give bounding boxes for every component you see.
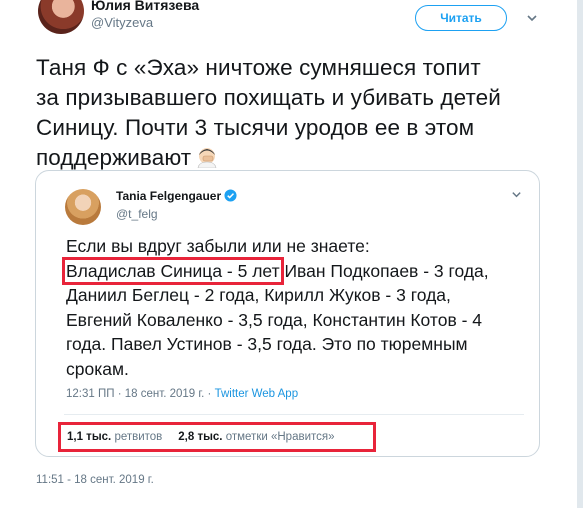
- quoted-text-line: Владислав Синица - 5 лет Иван Подкопаев …: [62, 256, 489, 285]
- chevron-down-icon[interactable]: [511, 189, 522, 200]
- tweet-text: Таня Ф с «Эха» ничтоже сумняшеся топит з…: [36, 53, 556, 173]
- facepalm-emoji-icon: [197, 148, 217, 168]
- chevron-down-icon[interactable]: [526, 12, 538, 24]
- quoted-tweet-text: Если вы вдруг забыли или не знаете: Влад…: [62, 234, 531, 381]
- quoted-meta: 12:31 ПП · 18 сент. 2019 г. · Twitter We…: [66, 388, 298, 400]
- quoted-text-line: Даниил Беглец - 2 года, Кирилл Жуков - 3…: [66, 285, 451, 305]
- quoted-source-app[interactable]: Twitter Web App: [215, 388, 299, 400]
- tweet-text-line: Синицу. Почти 3 тысячи уродов ее в этом: [36, 115, 475, 140]
- author-name[interactable]: Юлия Витязева: [91, 0, 199, 13]
- quoted-text-line: срокам.: [66, 358, 129, 379]
- verified-badge-icon: [224, 189, 237, 202]
- tweet-text-line: Таня Ф с «Эха» ничтоже сумняшеся топит: [36, 55, 481, 80]
- quoted-text-line: Евгений Коваленко - 3,5 года, Константин…: [66, 309, 483, 330]
- follow-button[interactable]: Читать: [415, 5, 507, 31]
- tweet-timestamp[interactable]: 11:51 - 18 сент. 2019 г.: [36, 474, 154, 486]
- quoted-avatar[interactable]: [65, 189, 101, 225]
- likes-label[interactable]: отметки «Нравится»: [226, 431, 335, 443]
- retweets-label[interactable]: ретвитов: [114, 431, 162, 443]
- quoted-tweet[interactable]: Tania Felgengauer @t_felg Если вы вдруг …: [35, 170, 540, 457]
- tweet-text-line: за призывавшего похищать и убивать детей: [36, 85, 501, 110]
- highlighted-phrase: Владислав Синица - 5 лет: [62, 256, 284, 285]
- quoted-text-line: Если вы вдруг забыли или не знаете:: [66, 236, 370, 256]
- divider: [64, 414, 524, 415]
- scrollbar[interactable]: [577, 0, 583, 508]
- quoted-text-line: года. Павел Устинов - 3,5 года. Это по т…: [66, 334, 468, 354]
- quoted-author-handle[interactable]: @t_felg: [116, 207, 158, 221]
- quoted-author-name[interactable]: Tania Felgengauer: [116, 189, 237, 203]
- quoted-stats: 1,1 тыс. ретвитов 2,8 тыс. отметки «Нрав…: [58, 422, 376, 452]
- author-handle[interactable]: @Vityzeva: [91, 15, 153, 30]
- author-avatar[interactable]: [38, 0, 84, 34]
- retweets-count[interactable]: 1,1 тыс.: [67, 431, 111, 443]
- quoted-time[interactable]: 12:31 ПП · 18 сент. 2019 г. ·: [66, 388, 215, 400]
- likes-count[interactable]: 2,8 тыс.: [178, 431, 222, 443]
- tweet: Юлия Витязева @Vityzeva Читать Таня Ф с …: [0, 0, 583, 508]
- scrollbar-thumb[interactable]: [577, 0, 583, 508]
- tweet-text-line: поддерживают: [36, 143, 556, 173]
